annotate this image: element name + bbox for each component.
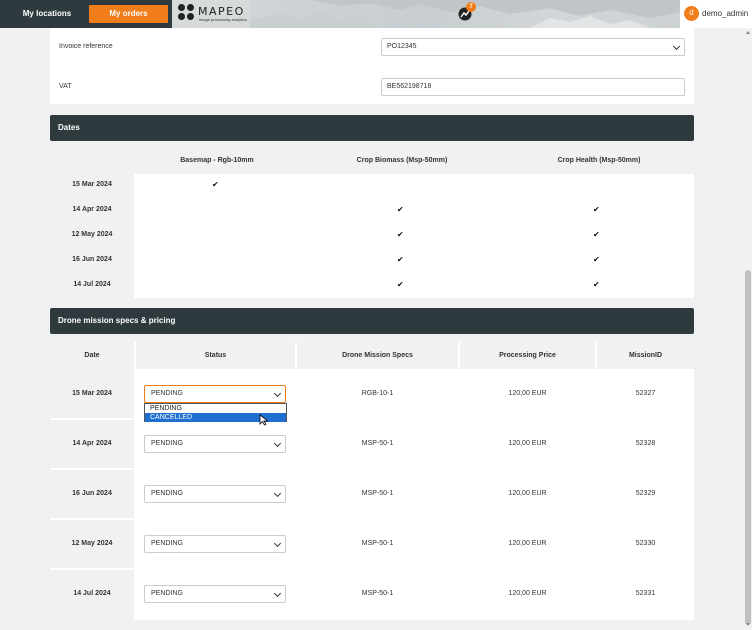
mission-row-date: 14 Jul 2024 — [73, 590, 111, 597]
notification-count-badge: 7 — [466, 2, 476, 12]
mission-id-cell: 52329 — [635, 490, 656, 497]
username: demo_admin — [702, 9, 749, 18]
mission-price-cell: 120,00 EUR — [508, 490, 547, 497]
mission-specs-cell: MSP-50-1 — [361, 490, 394, 497]
dates-column-crop-biomass: Crop Biomass (Msp-50mm) — [356, 157, 448, 164]
check-icon: ✔ — [212, 180, 219, 189]
drone-mission-table: Date Status Drone Mission Specs Processi… — [50, 342, 694, 620]
mission-price-cell: 120,00 EUR — [508, 440, 547, 447]
mission-id-cell: 52331 — [635, 590, 656, 597]
mission-id-cell: 52330 — [635, 540, 656, 547]
chevron-down-icon — [273, 489, 282, 498]
scroll-up-icon[interactable] — [746, 31, 750, 34]
order-details-card: Invoice reference PO12345 VAT BE56219871… — [50, 28, 694, 104]
dates-row-date: 16 Jun 2024 — [72, 256, 112, 263]
mission-specs-cell: MSP-50-1 — [361, 590, 394, 597]
vat-value: BE562198718 — [387, 83, 432, 90]
drone-mission-section-header: Drone mission specs & pricing — [50, 308, 694, 334]
mapeo-logo[interactable]: MAPEO image processing analytics — [178, 4, 250, 24]
mission-column-date: Date — [84, 352, 100, 359]
mission-column-id: MissionID — [628, 352, 663, 359]
invoice-reference-value: PO12345 — [387, 43, 417, 50]
dates-row-date: 12 May 2024 — [71, 231, 113, 238]
status-select[interactable]: PENDING — [144, 435, 286, 453]
check-icon: ✔ — [593, 230, 600, 239]
dates-section-header: Dates — [50, 115, 694, 141]
status-value: PENDING — [151, 540, 183, 547]
check-icon: ✔ — [397, 280, 404, 289]
mission-specs-cell: MSP-50-1 — [361, 440, 394, 447]
status-value: PENDING — [151, 440, 183, 447]
avatar: d — [684, 6, 699, 21]
status-select[interactable]: PENDING — [144, 535, 286, 553]
mission-specs-cell: MSP-50-1 — [361, 540, 394, 547]
row-divider — [50, 418, 134, 420]
vat-label: VAT — [59, 83, 72, 90]
check-icon: ✔ — [593, 255, 600, 264]
chevron-down-icon — [273, 539, 282, 548]
status-value: PENDING — [151, 490, 183, 497]
status-select[interactable]: PENDING — [144, 485, 286, 503]
mission-price-cell: 120,00 EUR — [508, 540, 547, 547]
status-value: PENDING — [151, 390, 183, 397]
mission-id-cell: 52327 — [635, 390, 656, 397]
mission-row-date: 12 May 2024 — [71, 540, 113, 547]
chevron-down-icon — [672, 42, 681, 51]
row-divider — [50, 468, 134, 470]
mission-price-cell: 120,00 EUR — [508, 390, 547, 397]
dates-column-basemap: Basemap - Rgb-10mm — [180, 157, 254, 164]
check-icon: ✔ — [397, 230, 404, 239]
dates-row-date: 14 Apr 2024 — [72, 206, 112, 213]
chevron-down-icon — [273, 589, 282, 598]
top-bar: My locations My orders MAPEO image proce… — [0, 0, 752, 28]
dates-row-date: 14 Jul 2024 — [73, 281, 111, 288]
mission-specs-cell: RGB-10-1 — [361, 390, 394, 397]
status-select[interactable]: PENDING — [144, 385, 286, 403]
dates-column-crop-health: Crop Health (Msp-50mm) — [557, 157, 641, 164]
status-option-pending[interactable]: PENDING — [145, 404, 286, 413]
invoice-reference-label: Invoice reference — [59, 43, 113, 50]
mouse-cursor-icon — [259, 414, 269, 426]
mission-price-cell: 120,00 EUR — [508, 590, 547, 597]
check-icon: ✔ — [397, 205, 404, 214]
mission-row-date: 16 Jun 2024 — [72, 490, 112, 497]
mission-column-specs: Drone Mission Specs — [342, 352, 413, 359]
chevron-down-icon — [273, 439, 282, 448]
mission-row-date: 14 Apr 2024 — [72, 440, 112, 447]
scrollbar-thumb[interactable] — [745, 270, 751, 625]
dates-row-date: 15 Mar 2024 — [72, 181, 112, 188]
logo-tagline: image processing analytics — [199, 17, 248, 22]
my-locations-button[interactable]: My locations — [10, 5, 84, 23]
page-scrollbar[interactable] — [744, 28, 752, 630]
check-icon: ✔ — [593, 205, 600, 214]
user-menu[interactable]: d demo_admin — [680, 0, 752, 28]
vat-input[interactable]: BE562198718 — [381, 78, 685, 96]
scroll-down-icon[interactable] — [746, 623, 750, 626]
check-icon: ✔ — [593, 280, 600, 289]
mission-column-status: Status — [204, 352, 227, 359]
row-divider — [50, 518, 134, 520]
status-select[interactable]: PENDING — [144, 585, 286, 603]
dates-table: Basemap - Rgb-10mm Crop Biomass (Msp-50m… — [50, 148, 694, 298]
mission-row-date: 15 Mar 2024 — [72, 390, 112, 397]
check-icon: ✔ — [397, 255, 404, 264]
row-divider — [50, 568, 134, 570]
chevron-down-icon — [273, 389, 282, 398]
mission-id-cell: 52328 — [635, 440, 656, 447]
mission-column-price: Processing Price — [499, 352, 556, 359]
invoice-reference-select[interactable]: PO12345 — [381, 38, 685, 56]
my-orders-button[interactable]: My orders — [89, 5, 168, 23]
logo-dots-icon — [178, 4, 196, 22]
status-value: PENDING — [151, 590, 183, 597]
